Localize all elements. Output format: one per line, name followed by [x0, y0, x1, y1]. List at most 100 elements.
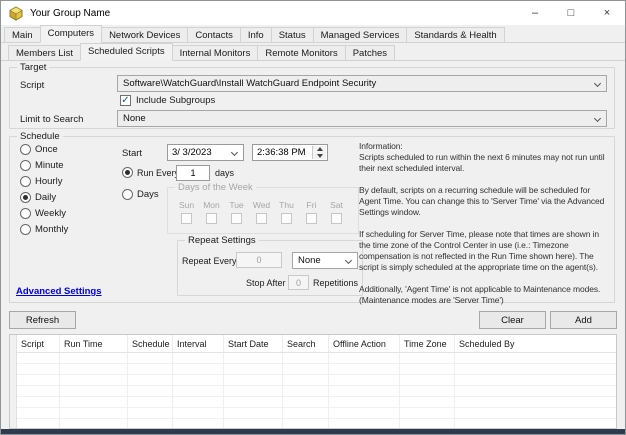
column-header-time-zone[interactable]: Time Zone	[400, 335, 455, 352]
repeat-settings-group: Repeat Settings Repeat Every 0 None Stop…	[177, 234, 363, 296]
include-subgroups-checkbox[interactable]: ✓ Include Subgroups	[120, 95, 215, 106]
clear-button[interactable]: Clear	[479, 311, 546, 329]
window-controls: – □ ×	[517, 1, 625, 25]
weekday-sun: Sun	[176, 200, 197, 224]
info-paragraph: By default, scripts on a recurring sched…	[359, 185, 605, 217]
script-dropdown-value: Software\WatchGuard\Install WatchGuard E…	[123, 78, 377, 89]
column-header-interval[interactable]: Interval	[173, 335, 224, 352]
start-date-picker[interactable]: 3/ 3/2023	[167, 144, 244, 161]
frequency-option-once[interactable]: Once	[20, 144, 68, 155]
run-every-unit-label: days	[215, 168, 235, 178]
column-header-script[interactable]: Script	[17, 335, 60, 352]
radio-icon	[122, 167, 133, 178]
subtab-scheduled-scripts[interactable]: Scheduled Scripts	[80, 43, 173, 61]
frequency-option-label: Hourly	[35, 176, 63, 187]
frequency-option-daily[interactable]: Daily	[20, 192, 68, 203]
advanced-settings-link[interactable]: Advanced Settings	[16, 286, 102, 297]
frequency-option-label: Minute	[35, 160, 64, 171]
weekday-checkbox	[306, 213, 317, 224]
column-header-offline-action[interactable]: Offline Action	[329, 335, 400, 352]
radio-icon	[20, 160, 31, 171]
refresh-button[interactable]: Refresh	[9, 311, 76, 329]
weekday-label: Sun	[178, 200, 195, 210]
table-main: Script Run Time Schedule Interval Start Date…	[17, 335, 616, 428]
repeat-every-label: Repeat Every	[182, 256, 237, 266]
frequency-option-label: Monthly	[35, 224, 69, 235]
tab-status[interactable]: Status	[270, 27, 314, 42]
script-dropdown[interactable]: Software\WatchGuard\Install WatchGuard E…	[117, 75, 607, 92]
weekday-label: Sat	[330, 200, 343, 210]
time-spinner	[312, 146, 326, 159]
days-radio-option[interactable]: Days	[122, 189, 159, 200]
tab-standards-health[interactable]: Standards & Health	[406, 27, 505, 42]
frequency-option-monthly[interactable]: Monthly	[20, 224, 68, 235]
stop-after-label: Stop After	[246, 278, 286, 288]
maximize-button[interactable]: □	[553, 1, 589, 25]
weekday-label: Thu	[279, 200, 294, 210]
scheduled-scripts-table: Script Run Time Schedule Interval Start Date…	[9, 334, 617, 429]
repeat-settings-group-label: Repeat Settings	[185, 234, 259, 247]
weekday-checkbox	[256, 213, 267, 224]
frequency-option-label: Once	[35, 144, 58, 155]
limit-to-search-value: None	[123, 113, 146, 124]
checkbox-check-icon: ✓	[120, 95, 131, 106]
tab-computers[interactable]: Computers	[39, 25, 103, 43]
scripts-table-body[interactable]	[17, 353, 616, 428]
chevron-down-icon	[230, 148, 239, 157]
subtab-patches[interactable]: Patches	[344, 45, 396, 60]
radio-icon	[20, 176, 31, 187]
title-bar: Your Group Name – □ ×	[1, 1, 625, 25]
frequency-option-minute[interactable]: Minute	[20, 160, 68, 171]
repeat-every-input: 0	[236, 252, 282, 268]
minimize-button[interactable]: –	[517, 1, 553, 25]
secondary-tab-bar: Members List Scheduled Scripts Internal Mo…	[1, 43, 625, 61]
column-header-scheduled-by[interactable]: Scheduled By	[455, 335, 616, 352]
start-date-value: 3/ 3/2023	[172, 147, 212, 158]
subtab-internal-monitors[interactable]: Internal Monitors	[171, 45, 259, 60]
run-every-days-input[interactable]: 1	[176, 165, 210, 181]
tab-contacts[interactable]: Contacts	[187, 27, 241, 42]
subtab-remote-monitors[interactable]: Remote Monitors	[257, 45, 346, 60]
stop-after-input: 0	[288, 275, 309, 290]
schedule-group-label: Schedule	[17, 130, 63, 143]
information-text: Information: Scripts scheduled to run wi…	[359, 141, 621, 317]
frequency-option-weekly[interactable]: Weekly	[20, 208, 68, 219]
weekday-checkbox	[331, 213, 342, 224]
column-header-schedule[interactable]: Schedule	[128, 335, 173, 352]
column-header-search[interactable]: Search	[283, 335, 329, 352]
weekday-checkbox-list: Sun Mon Tue Wed Thu Fri Sat	[176, 200, 354, 224]
tab-network-devices[interactable]: Network Devices	[101, 27, 189, 42]
limit-to-search-dropdown[interactable]: None	[117, 110, 607, 127]
start-time-field[interactable]: 2:36:38 PM	[252, 144, 328, 161]
weekday-tue: Tue	[226, 200, 247, 224]
chevron-down-icon	[593, 114, 602, 123]
window-title: Your Group Name	[30, 7, 111, 19]
column-header-start-date[interactable]: Start Date	[224, 335, 283, 352]
primary-tab-bar: Main Computers Network Devices Contacts Info…	[1, 25, 625, 43]
tab-main[interactable]: Main	[4, 27, 41, 42]
window-bottom-edge	[1, 429, 625, 434]
repeat-interval-dropdown[interactable]: None	[292, 252, 358, 269]
days-of-week-group-label: Days of the Week	[175, 181, 256, 194]
weekday-checkbox	[281, 213, 292, 224]
weekday-wed: Wed	[251, 200, 272, 224]
run-every-radio-option[interactable]: Run Every	[122, 167, 179, 178]
radio-icon	[122, 189, 133, 200]
tab-info[interactable]: Info	[239, 27, 272, 42]
close-button[interactable]: ×	[589, 1, 625, 25]
column-header-run-time[interactable]: Run Time	[60, 335, 128, 352]
script-label: Script	[20, 80, 45, 91]
radio-icon	[20, 224, 31, 235]
scheduled-scripts-page: Target Script Software\WatchGuard\Instal…	[1, 61, 625, 429]
spinner-up-icon[interactable]	[316, 147, 323, 151]
frequency-option-label: Weekly	[35, 208, 66, 219]
spinner-down-icon[interactable]	[316, 154, 323, 158]
frequency-option-hourly[interactable]: Hourly	[20, 176, 68, 187]
weekday-checkbox	[181, 213, 192, 224]
add-button[interactable]: Add	[550, 311, 617, 329]
subtab-members-list[interactable]: Members List	[8, 45, 82, 60]
days-of-week-group: Days of the Week Sun Mon Tue Wed Thu Fri Sat	[167, 181, 359, 234]
weekday-sat: Sat	[326, 200, 347, 224]
tab-managed-services[interactable]: Managed Services	[312, 27, 408, 42]
weekday-fri: Fri	[301, 200, 322, 224]
